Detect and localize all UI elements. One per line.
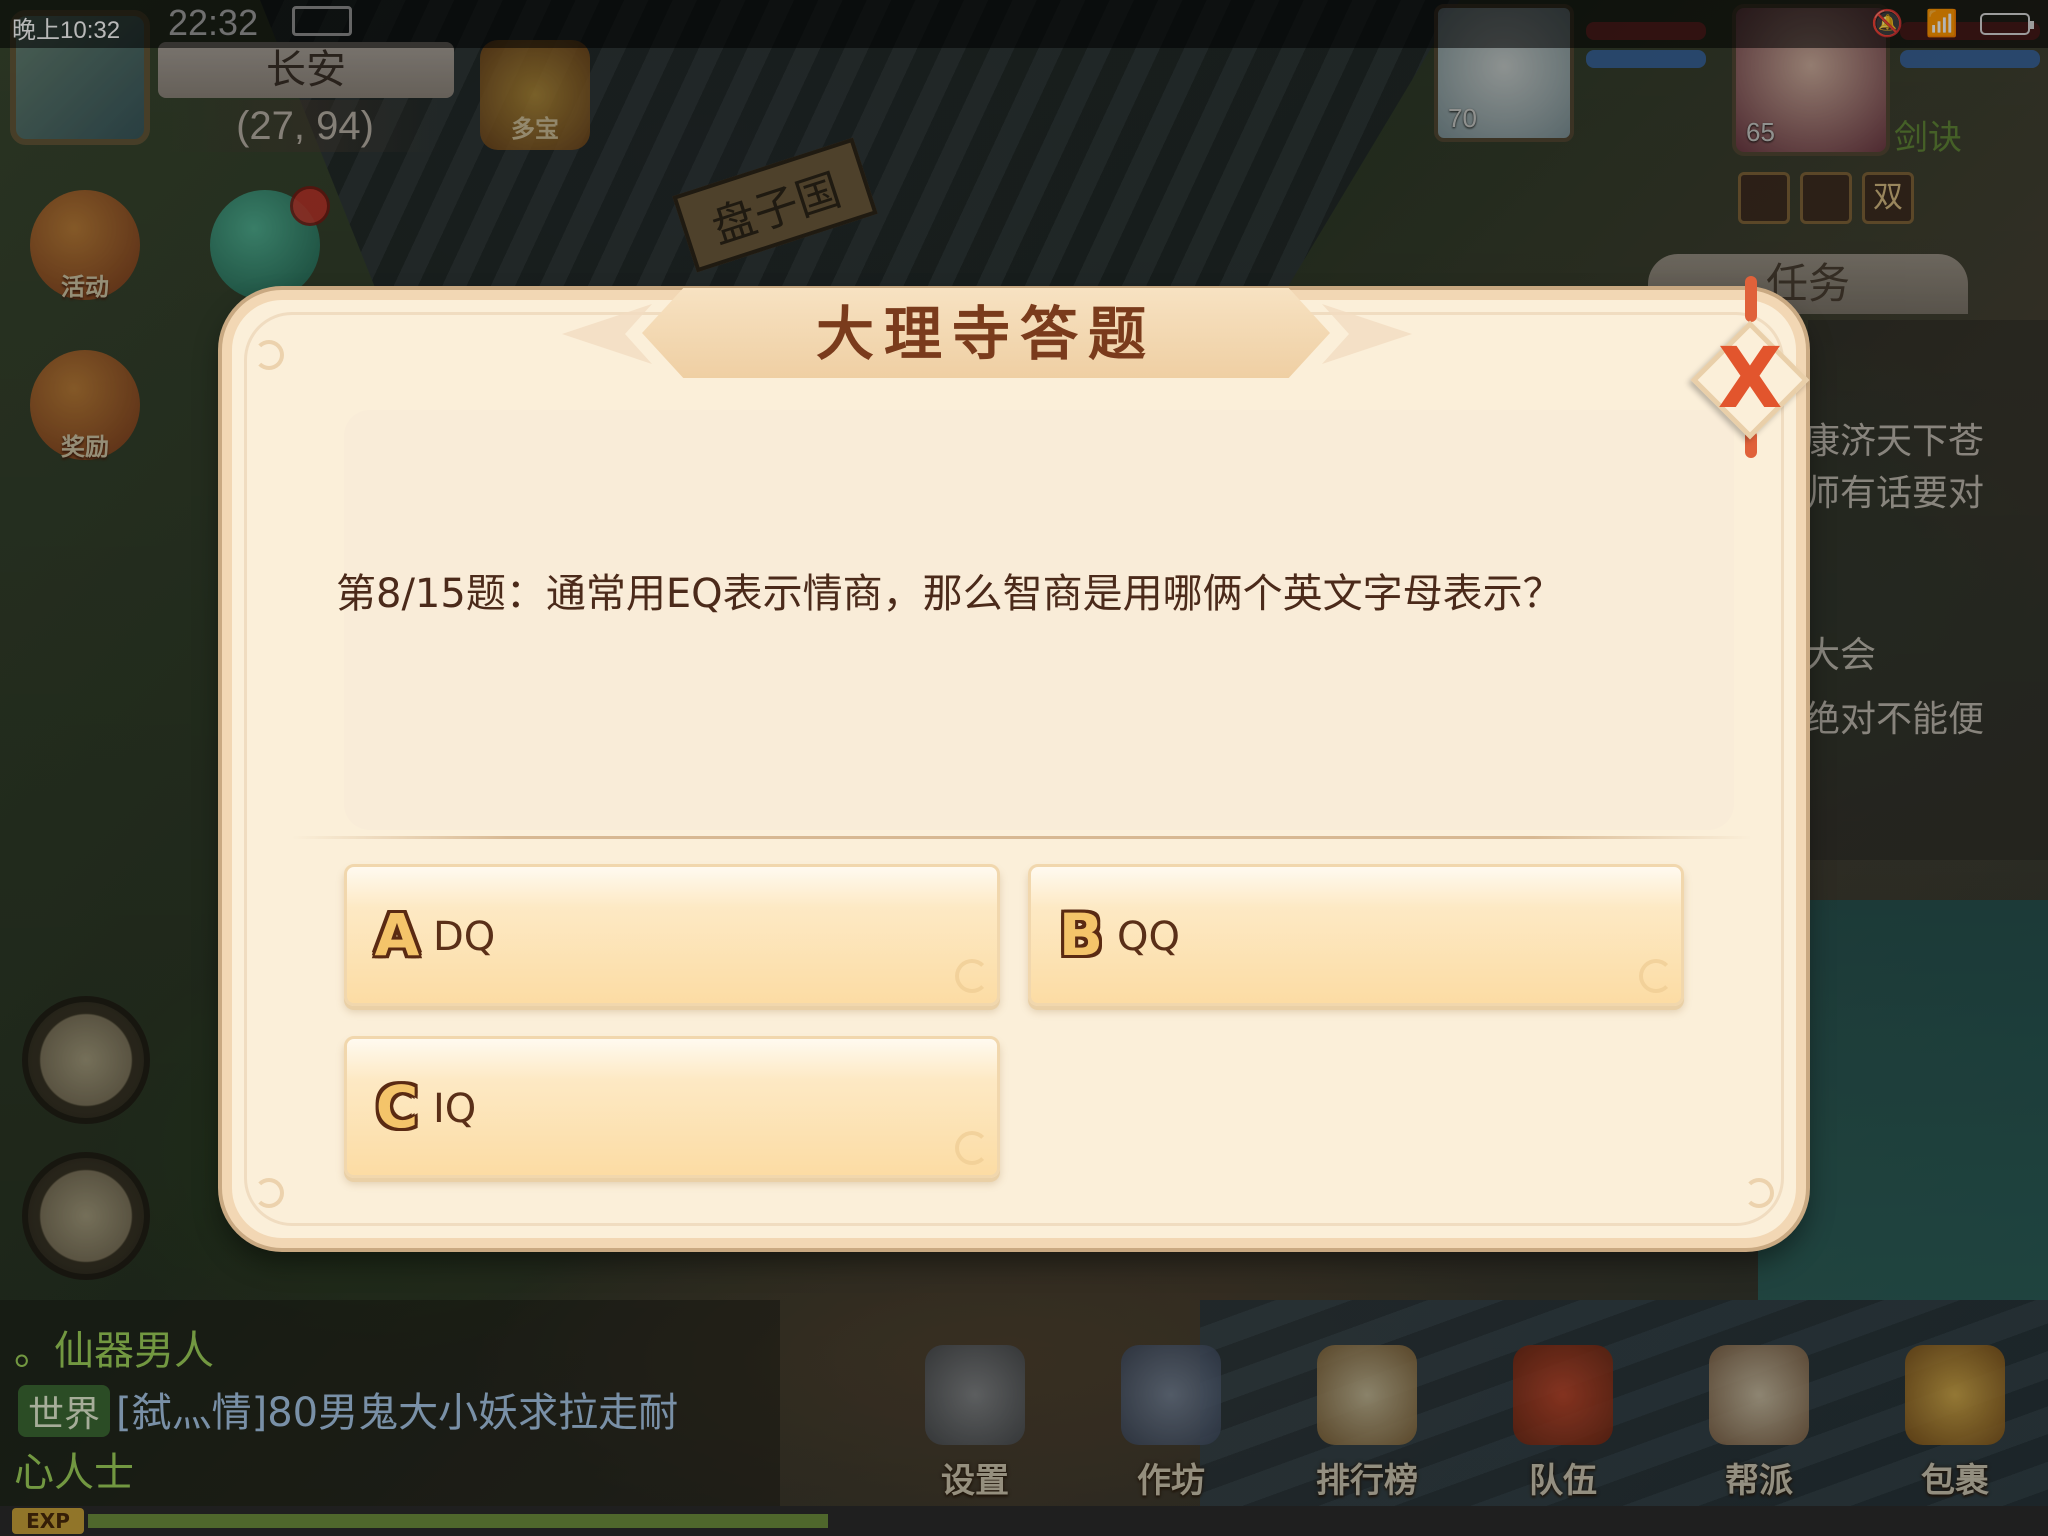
title-right-ornament [1322,304,1412,364]
option-c-swirl-ornament [955,1131,989,1165]
option-c-letter: C [375,1073,419,1141]
divider [292,836,1752,839]
close-tassel-top [1745,276,1757,322]
option-b-letter: B [1058,901,1104,969]
close-icon: X [1717,329,1783,427]
option-b-button[interactable]: B QQ [1028,864,1684,1006]
option-a-button[interactable]: A DQ [344,864,1000,1006]
option-c-text: IQ [433,1086,477,1132]
option-a-swirl-ornament [955,959,989,993]
corner-ornament [1744,1178,1774,1208]
question-text: 第8/15题：通常用EQ表示情商，那么智商是用哪俩个英文字母表示？ [336,571,1563,617]
quiz-dialog: 大理寺答题 第8/15题：通常用EQ表示情商，那么智商是用哪俩个英文字母表示？ … [222,288,1806,1248]
question-area [344,410,1734,830]
option-b-text: QQ [1117,914,1180,960]
option-c-button[interactable]: C IQ [344,1036,1000,1178]
corner-ornament [254,340,284,370]
option-a-text: DQ [433,914,496,960]
corner-ornament [254,1178,284,1208]
dialog-title: 大理寺答题 [815,300,1156,368]
option-a-letter: A [374,901,420,969]
option-b-swirl-ornament [1639,959,1673,993]
title-left-ornament [562,304,652,364]
close-button[interactable]: X [1688,318,1812,442]
